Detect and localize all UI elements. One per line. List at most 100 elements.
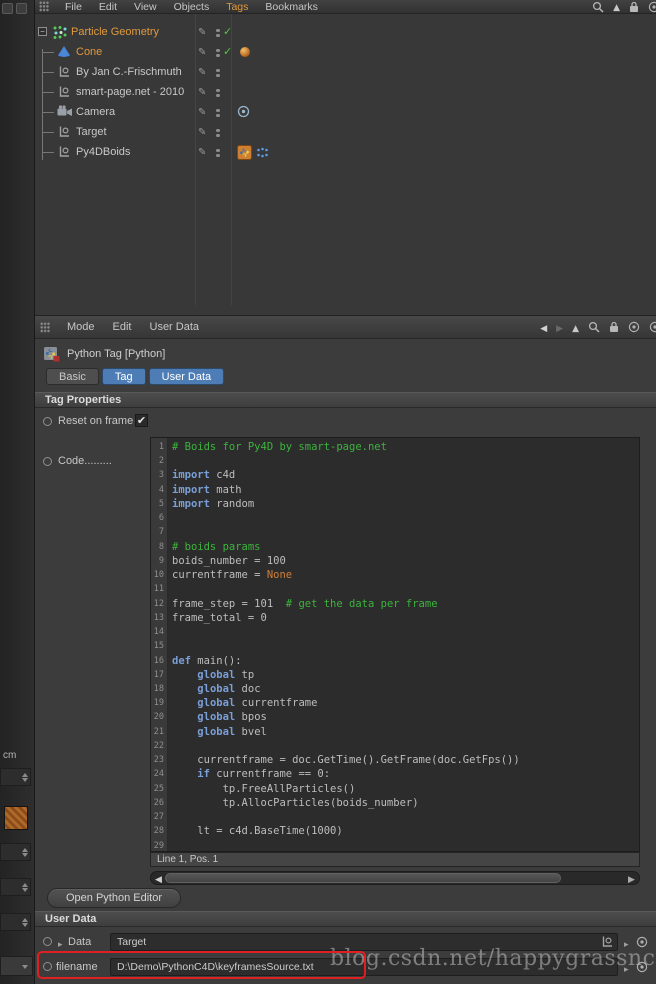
code-line[interactable]: 18 global doc — [151, 682, 639, 696]
keyframe-circle-icon[interactable] — [43, 937, 52, 946]
layer-pencil-icon[interactable] — [198, 125, 206, 138]
code-line[interactable]: 6 — [151, 511, 639, 525]
layer-pencil-icon[interactable] — [198, 45, 206, 58]
viewport-tool-icon[interactable] — [2, 3, 13, 14]
code-line[interactable]: 28 lt = c4d.BaseTime(1000) — [151, 824, 639, 838]
code-line[interactable]: 10currentframe = None — [151, 568, 639, 582]
coordinate-spinner[interactable] — [0, 913, 31, 931]
search-icon[interactable] — [588, 321, 600, 333]
object-name[interactable]: By Jan C.-Frischmuth — [76, 66, 182, 78]
layer-pencil-icon[interactable] — [198, 65, 206, 78]
visibility-dots[interactable] — [216, 107, 220, 119]
code-line[interactable]: 8# boids params — [151, 540, 639, 554]
enabled-check-icon[interactable] — [223, 25, 232, 38]
python-tag-icon[interactable] — [237, 145, 252, 163]
layer-pencil-icon[interactable] — [198, 145, 206, 158]
code-line[interactable]: 3import c4d — [151, 468, 639, 482]
spinner-arrows-icon[interactable] — [20, 914, 29, 930]
code-line[interactable]: 15 — [151, 639, 639, 653]
layer-pencil-icon[interactable] — [198, 85, 206, 98]
code-horizontal-scrollbar[interactable] — [150, 871, 640, 885]
code-line[interactable]: 21 global bvel — [151, 725, 639, 739]
up-arrow-icon[interactable] — [613, 1, 620, 13]
object-row-cone[interactable]: Cone — [35, 42, 656, 62]
lock-icon[interactable] — [629, 1, 639, 13]
scroll-left-icon[interactable] — [152, 872, 165, 884]
menu-file[interactable]: File — [64, 1, 83, 13]
code-line[interactable]: 23 currentframe = doc.GetTime().GetFrame… — [151, 753, 639, 767]
object-row-target[interactable]: Target — [35, 122, 656, 142]
visibility-dots[interactable] — [216, 127, 220, 139]
settings-icon[interactable] — [649, 321, 656, 333]
visibility-dots[interactable] — [216, 87, 220, 99]
spinner-arrows-icon[interactable] — [20, 769, 29, 785]
visibility-dots[interactable] — [216, 47, 220, 59]
code-line[interactable]: 16def main(): — [151, 654, 639, 668]
code-line[interactable]: 13frame_total = 0 — [151, 611, 639, 625]
particles-tag-icon[interactable] — [256, 146, 269, 162]
menu-bookmarks[interactable]: Bookmarks — [264, 1, 319, 13]
target-icon[interactable] — [648, 1, 656, 13]
menu-mode[interactable]: Mode — [66, 321, 96, 333]
section-header-user-data[interactable]: User Data — [35, 911, 656, 927]
reset-on-frame-checkbox[interactable] — [135, 414, 148, 427]
menu-view[interactable]: View — [133, 1, 158, 13]
code-line[interactable]: 24 if currentframe == 0: — [151, 767, 639, 781]
code-line[interactable]: 1# Boids for Py4D by smart-page.net — [151, 440, 639, 454]
history-forward-icon[interactable] — [556, 321, 563, 334]
menu-edit[interactable]: Edit — [112, 321, 133, 333]
scrollbar-thumb[interactable] — [165, 873, 561, 883]
search-icon[interactable] — [592, 1, 604, 13]
coordinate-spinner[interactable] — [0, 768, 31, 786]
code-line[interactable]: 2 — [151, 454, 639, 468]
collapse-expander-icon[interactable] — [38, 27, 47, 36]
viewport-tool-icon[interactable] — [16, 3, 27, 14]
parent-up-icon[interactable] — [572, 321, 579, 334]
object-name[interactable]: Cone — [76, 46, 102, 58]
code-line[interactable]: 12frame_step = 101 # get the data per fr… — [151, 597, 639, 611]
code-line[interactable]: 29 — [151, 839, 639, 852]
target-tag-icon[interactable] — [237, 105, 250, 121]
code-line[interactable]: 7 — [151, 525, 639, 539]
visibility-dots[interactable] — [216, 147, 220, 159]
object-row-camera[interactable]: Camera — [35, 102, 656, 122]
python-code-editor[interactable]: 1# Boids for Py4D by smart-page.net23imp… — [150, 437, 640, 852]
tab-tag[interactable]: Tag — [102, 368, 146, 385]
code-line[interactable]: 17 global tp — [151, 668, 639, 682]
lock-icon[interactable] — [609, 321, 619, 333]
section-header-tag-properties[interactable]: Tag Properties — [35, 392, 656, 408]
menu-user-data[interactable]: User Data — [149, 321, 201, 333]
object-name[interactable]: Particle Geometry — [71, 26, 159, 38]
panel-grip-icon[interactable] — [40, 322, 50, 333]
object-name[interactable]: smart-page.net - 2010 — [76, 86, 184, 98]
history-back-icon[interactable] — [540, 321, 547, 334]
code-line[interactable]: 22 — [151, 739, 639, 753]
keyframe-circle-icon[interactable] — [43, 417, 52, 426]
enabled-check-icon[interactable] — [223, 45, 232, 58]
code-line[interactable]: 9boids_number = 100 — [151, 554, 639, 568]
layer-pencil-icon[interactable] — [198, 25, 206, 38]
visibility-dots[interactable] — [216, 67, 220, 79]
object-row-smart-page[interactable]: smart-page.net - 2010 — [35, 82, 656, 102]
menu-tags[interactable]: Tags — [225, 1, 249, 13]
material-tag-icon[interactable] — [240, 47, 250, 57]
visibility-dots[interactable] — [216, 27, 220, 39]
expand-caret-icon[interactable] — [58, 937, 63, 950]
keyframe-circle-icon[interactable] — [43, 457, 52, 466]
open-python-editor-button[interactable]: Open Python Editor — [47, 888, 181, 908]
object-row-particle-geometry[interactable]: Particle Geometry — [35, 22, 656, 42]
menu-edit[interactable]: Edit — [98, 1, 118, 13]
code-line[interactable]: 27 — [151, 810, 639, 824]
code-line[interactable]: 14 — [151, 625, 639, 639]
coordinate-spinner[interactable] — [0, 878, 31, 896]
scroll-right-icon[interactable] — [625, 872, 638, 884]
material-thumbnail[interactable] — [4, 806, 28, 830]
tab-user-data[interactable]: User Data — [149, 368, 225, 385]
layer-pencil-icon[interactable] — [198, 105, 206, 118]
object-row-by-jan[interactable]: By Jan C.-Frischmuth — [35, 62, 656, 82]
code-line[interactable]: 26 tp.AllocParticles(boids_number) — [151, 796, 639, 810]
tab-basic[interactable]: Basic — [46, 368, 99, 385]
coordinate-spinner[interactable] — [0, 843, 31, 861]
coordinate-dropdown[interactable] — [0, 956, 33, 976]
menu-objects[interactable]: Objects — [173, 1, 211, 13]
